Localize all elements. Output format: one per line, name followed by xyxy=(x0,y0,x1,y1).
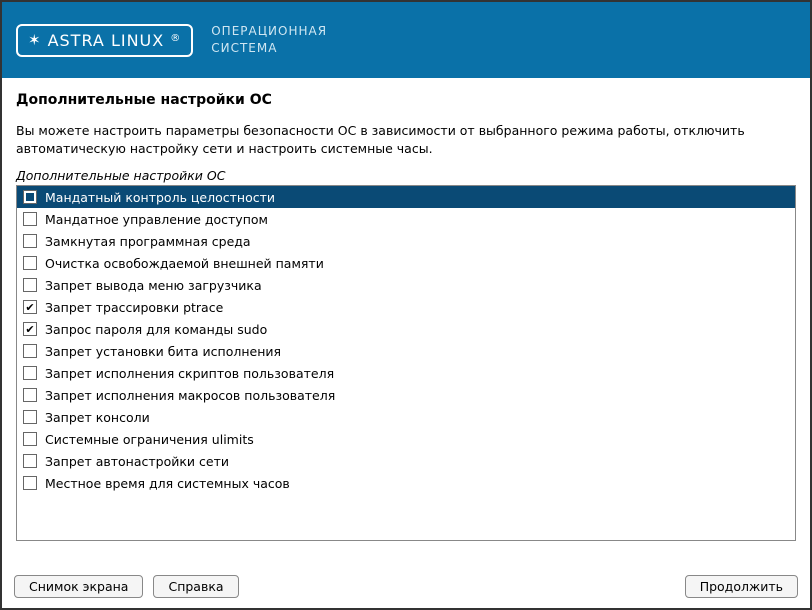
checkbox-icon[interactable]: ✔ xyxy=(23,366,37,380)
checkbox-icon[interactable]: ✔ xyxy=(23,344,37,358)
checkbox-icon[interactable]: ✔ xyxy=(23,388,37,402)
option-row[interactable]: ✔ Запрет исполнения скриптов пользователя xyxy=(17,362,795,384)
content: Дополнительные настройки ОС Вы можете на… xyxy=(2,78,810,541)
checkbox-icon[interactable]: ✔ xyxy=(23,278,37,292)
checkbox-icon[interactable]: ✔ xyxy=(23,234,37,248)
option-label: Мандатный контроль целостности xyxy=(45,190,275,205)
option-row[interactable]: ✔ Запрет вывода меню загрузчика xyxy=(17,274,795,296)
footer: Снимок экрана Справка Продолжить xyxy=(14,575,798,598)
option-row[interactable]: ✔ Запрет установки бита исполнения xyxy=(17,340,795,362)
option-row[interactable]: Мандатный контроль целостности xyxy=(17,186,795,208)
option-label: Местное время для системных часов xyxy=(45,476,290,491)
section-label: Дополнительные настройки ОС xyxy=(16,168,796,183)
checkbox-icon[interactable]: ✔ xyxy=(23,256,37,270)
checkbox-icon[interactable]: ✔ xyxy=(23,454,37,468)
help-button[interactable]: Справка xyxy=(153,575,238,598)
logo: ✶ ASTRA LINUX ® xyxy=(16,24,193,57)
checkbox-icon[interactable]: ✔ xyxy=(23,410,37,424)
option-row[interactable]: ✔ Запрет трассировки ptrace xyxy=(17,296,795,318)
option-row[interactable]: ✔ Запрет исполнения макросов пользователя xyxy=(17,384,795,406)
option-label: Замкнутая программная среда xyxy=(45,234,251,249)
checkbox-icon[interactable]: ✔ xyxy=(23,212,37,226)
option-label: Запрет консоли xyxy=(45,410,150,425)
option-label: Запрет трассировки ptrace xyxy=(45,300,223,315)
option-row[interactable]: ✔ Запрос пароля для команды sudo xyxy=(17,318,795,340)
option-label: Запрет исполнения макросов пользователя xyxy=(45,388,335,403)
option-row[interactable]: ✔ Запрет консоли xyxy=(17,406,795,428)
option-label: Очистка освобождаемой внешней памяти xyxy=(45,256,324,271)
option-row[interactable]: ✔ Очистка освобождаемой внешней памяти xyxy=(17,252,795,274)
option-label: Запрет автонастройки сети xyxy=(45,454,229,469)
option-label: Системные ограничения ulimits xyxy=(45,432,254,447)
footer-right: Продолжить xyxy=(685,575,798,598)
option-label: Запрос пароля для команды sudo xyxy=(45,322,267,337)
checkbox-icon[interactable]: ✔ xyxy=(23,300,37,314)
header-subtitle: ОПЕРАЦИОННАЯ СИСТЕМА xyxy=(211,23,327,57)
page-description: Вы можете настроить параметры безопаснос… xyxy=(16,122,796,158)
star-icon: ✶ xyxy=(28,33,42,48)
page-title: Дополнительные настройки ОС xyxy=(16,92,796,108)
option-label: Запрет исполнения скриптов пользователя xyxy=(45,366,334,381)
option-row[interactable]: ✔ Местное время для системных часов xyxy=(17,472,795,494)
option-row[interactable]: ✔ Системные ограничения ulimits xyxy=(17,428,795,450)
logo-suffix: ® xyxy=(170,33,181,44)
options-list: Мандатный контроль целостности ✔ Мандатное… xyxy=(16,185,796,541)
option-label: Запрет вывода меню загрузчика xyxy=(45,278,262,293)
option-row[interactable]: ✔ Запрет автонастройки сети xyxy=(17,450,795,472)
option-label: Запрет установки бита исполнения xyxy=(45,344,281,359)
checkbox-icon[interactable]: ✔ xyxy=(23,432,37,446)
header-subtitle-2: СИСТЕМА xyxy=(211,40,327,57)
checkbox-icon[interactable] xyxy=(23,190,37,204)
option-row[interactable]: ✔ Мандатное управление доступом xyxy=(17,208,795,230)
screenshot-button[interactable]: Снимок экрана xyxy=(14,575,143,598)
option-label: Мандатное управление доступом xyxy=(45,212,268,227)
option-row[interactable]: ✔ Замкнутая программная среда xyxy=(17,230,795,252)
footer-left: Снимок экрана Справка xyxy=(14,575,239,598)
checkbox-icon[interactable]: ✔ xyxy=(23,476,37,490)
continue-button[interactable]: Продолжить xyxy=(685,575,798,598)
checkbox-icon[interactable]: ✔ xyxy=(23,322,37,336)
logo-text: ASTRA LINUX xyxy=(48,31,165,50)
header: ✶ ASTRA LINUX ® ОПЕРАЦИОННАЯ СИСТЕМА xyxy=(2,2,810,78)
header-subtitle-1: ОПЕРАЦИОННАЯ xyxy=(211,23,327,40)
